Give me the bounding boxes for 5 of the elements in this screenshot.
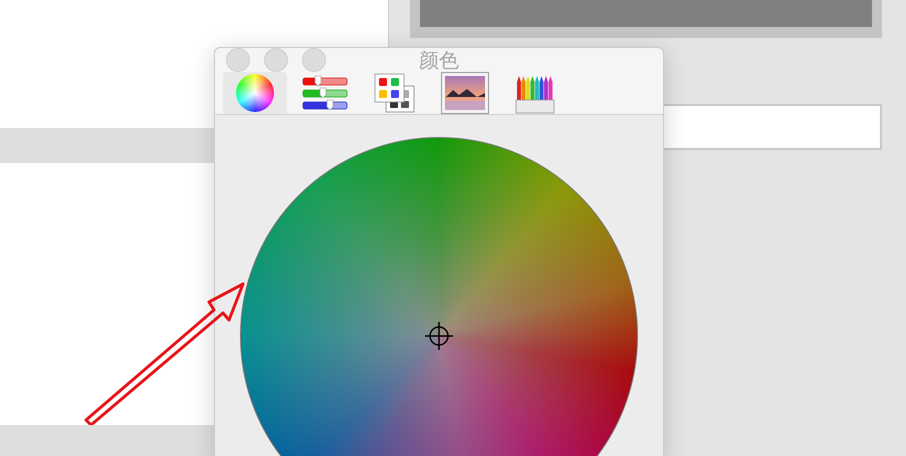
window-title: 颜色: [419, 46, 459, 74]
crosshair-icon: [424, 321, 454, 351]
color-wheel-icon: [236, 74, 274, 112]
sliders-icon: [302, 75, 348, 111]
wheel-tab[interactable]: [223, 72, 287, 114]
